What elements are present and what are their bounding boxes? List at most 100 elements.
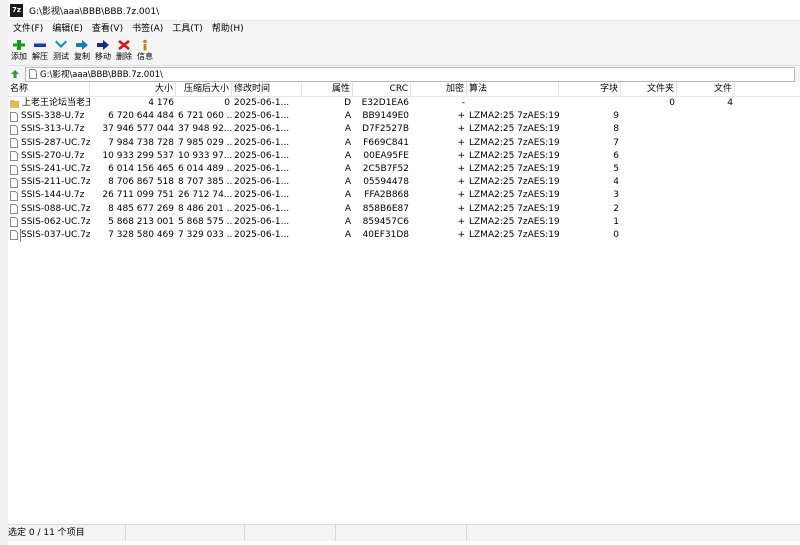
status-bar: 选定 0 / 11 个项目: [8, 524, 800, 541]
file-row[interactable]: SSIS-088-UC.7z 8 485 677 269 8 486 201 ...…: [8, 203, 800, 216]
modified-cell: 2025-06-1...: [234, 124, 290, 135]
column-header-size[interactable]: 大小: [90, 82, 176, 96]
menu-file[interactable]: 文件(F): [10, 21, 46, 37]
column-header-encrypted[interactable]: 加密: [411, 82, 467, 96]
extract-button[interactable]: 解压: [30, 37, 50, 62]
method-cell: LZMA2:25 7zAES:19: [469, 177, 559, 188]
add-button[interactable]: 添加: [9, 37, 29, 62]
modified-cell: 2025-06-1...: [234, 111, 290, 122]
attr-cell: A: [344, 124, 351, 135]
method-cell: LZMA2:25 7zAES:19: [469, 203, 559, 214]
window-title: G:\影视\aaa\BBB\BBB.7z.001\: [29, 6, 160, 17]
menu-tools[interactable]: 工具(T): [169, 21, 206, 37]
files-cell: [677, 163, 735, 176]
file-row[interactable]: SSIS-287-UC.7z 7 984 738 728 7 985 029 ...…: [8, 137, 800, 150]
method-cell: LZMA2:25 7zAES:19: [469, 163, 559, 174]
folder-icon: [10, 100, 19, 108]
size-cell: 7 984 738 728: [108, 137, 174, 148]
block-cell: 5: [613, 163, 619, 174]
column-header-crc[interactable]: CRC: [353, 82, 411, 96]
crc-cell: FFA2B868: [364, 190, 409, 201]
address-field[interactable]: [25, 66, 795, 82]
status-selection-count: 选定 0 / 11 个项目: [8, 525, 126, 541]
column-header-attributes[interactable]: 属性: [302, 82, 353, 96]
menu-view[interactable]: 查看(V): [89, 21, 126, 37]
file-row[interactable]: SSIS-037-UC.7z 7 328 580 469 7 329 033 ...…: [8, 228, 800, 243]
file-row[interactable]: SSIS-211-UC.7z 8 706 867 518 8 707 385 ...…: [8, 176, 800, 189]
name-cell: SSIS-037-UC.7z: [8, 228, 90, 243]
files-cell: [677, 110, 735, 123]
name-cell: SSIS-211-UC.7z: [8, 176, 90, 189]
menu-help[interactable]: 帮助(H): [209, 21, 247, 37]
column-header-method[interactable]: 算法: [467, 82, 559, 96]
files-cell: [677, 137, 735, 150]
column-header-files[interactable]: 文件: [677, 82, 735, 96]
info-button[interactable]: 信息: [135, 37, 155, 62]
up-folder-button[interactable]: [9, 68, 21, 80]
packed-cell: 8 707 385 ...: [178, 177, 232, 188]
files-cell: [677, 216, 735, 229]
folder-row[interactable]: 上老王论坛当老王 4 176 0 2025-06-1... D E32D1EA6 - 0 4: [8, 97, 800, 110]
file-name: 上老王论坛当老王: [22, 98, 90, 108]
name-cell: SSIS-313-U.7z: [8, 123, 90, 136]
block-cell: 7: [613, 137, 619, 148]
crc-cell: F669C841: [363, 137, 409, 148]
attr-cell: A: [344, 229, 351, 240]
copy-arrow-icon: [76, 40, 88, 50]
folders-cell: [621, 203, 677, 216]
status-segment: [126, 525, 245, 541]
crc-cell: BB9149E0: [362, 111, 409, 122]
column-header-block[interactable]: 字块: [559, 82, 621, 96]
extract-button-label: 解压: [32, 52, 48, 61]
address-input[interactable]: [40, 69, 760, 79]
packed-cell: 10 933 97...: [178, 150, 232, 161]
menu-edit[interactable]: 编辑(E): [49, 21, 86, 37]
modified-cell: 2025-06-1...: [234, 163, 290, 174]
copy-button-label: 复制: [74, 52, 90, 61]
file-row[interactable]: SSIS-270-U.7z 10 933 299 537 10 933 97... 2…: [8, 150, 800, 163]
column-header-folders[interactable]: 文件夹: [621, 82, 677, 96]
enc-cell: +: [457, 150, 465, 161]
size-cell: 26 711 099 751: [102, 190, 174, 201]
column-header-row: 名称 大小 压缩后大小 修改时间 属性 CRC 加密 算法 字块 文件夹 文件: [8, 82, 800, 97]
background-glyph: [1, 400, 7, 408]
modified-cell: 2025-06-1...: [234, 216, 290, 227]
folders-cell: [621, 123, 677, 136]
packed-cell: 6 014 489 ...: [178, 163, 232, 174]
title-bar[interactable]: 7z G:\影视\aaa\BBB\BBB.7z.001\: [8, 0, 800, 21]
modified-cell: 2025-06-1...: [234, 190, 290, 201]
size-cell: 4 176: [148, 98, 174, 108]
move-button[interactable]: 移动: [93, 37, 113, 62]
modified-cell: 2025-06-1...: [234, 177, 290, 188]
info-button-label: 信息: [137, 52, 153, 61]
background-glyph: [1, 112, 7, 120]
column-header-modified[interactable]: 修改时间: [232, 82, 302, 96]
column-header-packed-size[interactable]: 压缩后大小: [176, 82, 232, 96]
attr-cell: A: [344, 190, 351, 201]
name-cell: SSIS-241-UC.7z: [8, 163, 90, 176]
delete-button[interactable]: 删除: [114, 37, 134, 62]
menu-bookmarks[interactable]: 书签(A): [129, 21, 166, 37]
file-list[interactable]: 名称 大小 压缩后大小 修改时间 属性 CRC 加密 算法 字块 文件夹 文件 …: [8, 82, 800, 524]
size-cell: 7 328 580 469: [108, 229, 174, 240]
packed-cell: 0: [224, 98, 230, 108]
file-row[interactable]: SSIS-144-U.7z 26 711 099 751 26 712 74... 2…: [8, 189, 800, 202]
file-icon: [10, 164, 18, 175]
file-row[interactable]: SSIS-062-UC.7z 5 868 213 001 5 868 575 ...…: [8, 216, 800, 229]
crc-cell: E32D1EA6: [361, 98, 409, 108]
block-cell: 4: [613, 177, 619, 188]
file-row[interactable]: SSIS-338-U.7z 6 720 644 484 6 721 060 ... 2…: [8, 110, 800, 123]
size-cell: 8 706 867 518: [108, 177, 174, 188]
column-header-name[interactable]: 名称: [8, 82, 90, 96]
enc-cell: +: [457, 190, 465, 201]
folders-cell: [621, 229, 677, 242]
file-row[interactable]: SSIS-313-U.7z 37 946 577 044 37 948 92... 2…: [8, 123, 800, 136]
file-row[interactable]: SSIS-241-UC.7z 6 014 156 465 6 014 489 ...…: [8, 163, 800, 176]
file-name: SSIS-144-U.7z: [21, 190, 85, 201]
crc-cell: 00EA95FE: [363, 150, 409, 161]
plus-icon: [13, 40, 25, 50]
file-list-rows: 上老王论坛当老王 4 176 0 2025-06-1... D E32D1EA6-0 4 SS…: [8, 97, 800, 243]
enc-cell: +: [457, 163, 465, 174]
test-button[interactable]: 测试: [51, 37, 71, 62]
copy-button[interactable]: 复制: [72, 37, 92, 62]
